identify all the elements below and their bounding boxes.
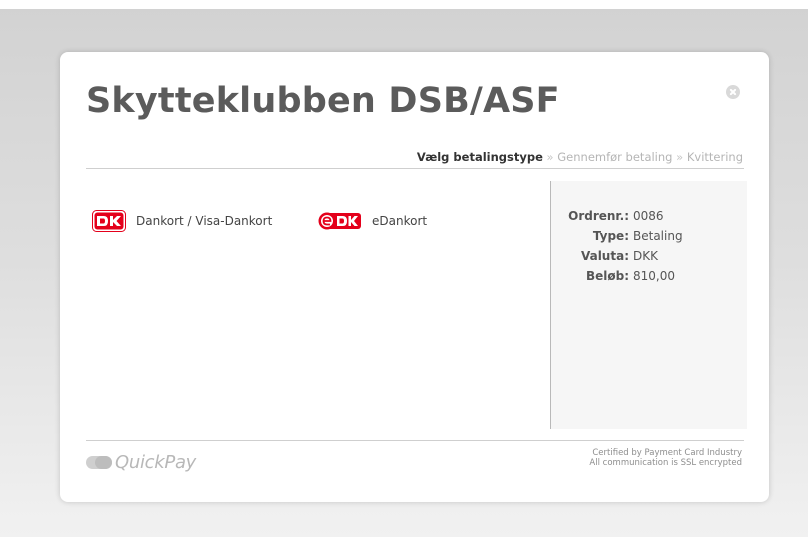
page-title: Skytteklubben DSB/ASF [86, 81, 560, 121]
header-divider [86, 168, 744, 169]
dankort-logo-icon [92, 210, 126, 232]
order-number-value: 0086 [633, 209, 664, 223]
payment-option-label: Dankort / Visa-Dankort [136, 214, 273, 228]
step-receipt: Kvittering [686, 150, 743, 164]
order-currency-row: Valuta: DKK [551, 246, 675, 266]
step-separator: » [546, 150, 554, 164]
order-number-row: Ordrenr.: 0086 [551, 206, 675, 226]
close-icon[interactable] [726, 85, 740, 99]
step-separator: » [676, 150, 684, 164]
payment-option-edankort[interactable]: eDankort [318, 208, 427, 234]
security-notice: Certified by Payment Card Industry All c… [589, 448, 742, 468]
order-currency-label: Valuta: [580, 249, 629, 263]
quickpay-wordmark: QuickPay [115, 452, 197, 473]
order-currency-value: DKK [633, 249, 658, 263]
ssl-notice-text: All communication is SSL encrypted [589, 458, 742, 468]
edankort-logo-icon [318, 212, 361, 230]
payment-option-label: eDankort [372, 214, 428, 228]
order-amount-row: Beløb: 810,00 [551, 266, 675, 286]
order-amount-value: 810,00 [633, 269, 675, 283]
payment-modal: Skytteklubben DSB/ASF Vælg betalingstype… [60, 52, 769, 502]
quickpay-logo: QuickPay [86, 452, 196, 473]
order-summary: Ordrenr.: 0086 Type: Betaling Valuta: DKK B… [551, 206, 683, 286]
order-type-label: Type: [592, 229, 629, 243]
order-number-label: Ordrenr.: [568, 209, 629, 223]
page-top-strip [0, 0, 808, 9]
checkout-steps: Vælg betalingstype » Gennemfør betaling … [417, 150, 743, 164]
order-type-value: Betaling [633, 229, 683, 243]
payment-option-dankort[interactable]: Dankort / Visa-Dankort [92, 208, 272, 234]
quickpay-pill-icon [86, 456, 112, 469]
order-summary-panel: Ordrenr.: 0086 Type: Betaling Valuta: DKK B… [550, 181, 747, 429]
pci-certification-text: Certified by Payment Card Industry [592, 448, 742, 458]
order-amount-label: Beløb: [585, 269, 629, 283]
step-choose-payment-type: Vælg betalingstype [416, 150, 543, 164]
order-type-row: Type: Betaling [551, 226, 683, 246]
footer-divider [86, 440, 744, 441]
step-complete-payment: Gennemfør betaling [557, 150, 673, 164]
